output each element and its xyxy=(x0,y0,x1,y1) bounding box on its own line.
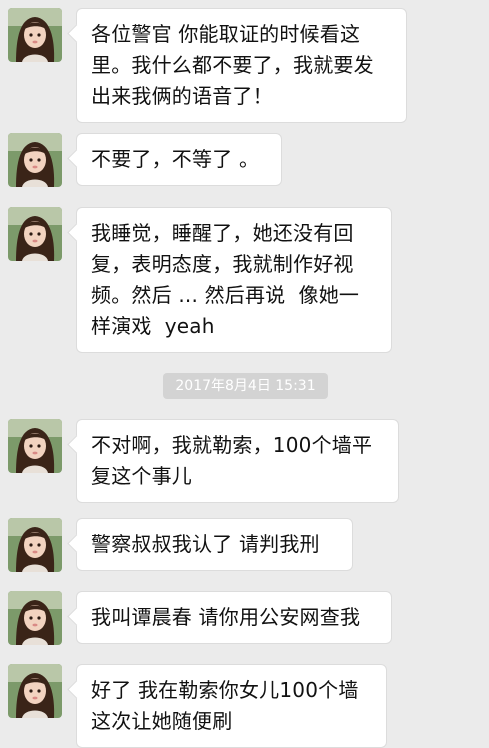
message-bubble[interactable]: 我睡觉，睡醒了，她还没有回 复，表明态度，我就制作好视 频。然后 ... 然后再… xyxy=(76,207,392,353)
girl-avatar-icon[interactable] xyxy=(8,8,62,62)
message-bubble[interactable]: 不对啊，我就勒索，100个墙平 复这个事儿 xyxy=(76,419,399,503)
girl-avatar-icon[interactable] xyxy=(8,207,62,261)
chat-history[interactable]: 各位警官 你能取证的时候看这 里。我什么都不要了，我就要发 出来我俩的语音了！ … xyxy=(0,0,489,748)
girl-avatar-icon[interactable] xyxy=(8,133,62,187)
message-bubble[interactable]: 各位警官 你能取证的时候看这 里。我什么都不要了，我就要发 出来我俩的语音了！ xyxy=(76,8,407,123)
message-bubble[interactable]: 好了 我在勒索你女儿100个墙 这次让她随便刷 xyxy=(76,664,387,748)
girl-avatar-icon[interactable] xyxy=(8,664,62,718)
message-bubble[interactable]: 警察叔叔我认了 请判我刑 xyxy=(76,518,353,571)
message-bubble[interactable]: 不要了，不等了 。 xyxy=(76,133,282,186)
girl-avatar-icon[interactable] xyxy=(8,518,62,572)
message-bubble[interactable]: 我叫谭晨春 请你用公安网查我 xyxy=(76,591,392,644)
girl-avatar-icon[interactable] xyxy=(8,591,62,645)
timestamp-badge: 2017年8月4日 15:31 xyxy=(163,373,328,399)
girl-avatar-icon[interactable] xyxy=(8,419,62,473)
